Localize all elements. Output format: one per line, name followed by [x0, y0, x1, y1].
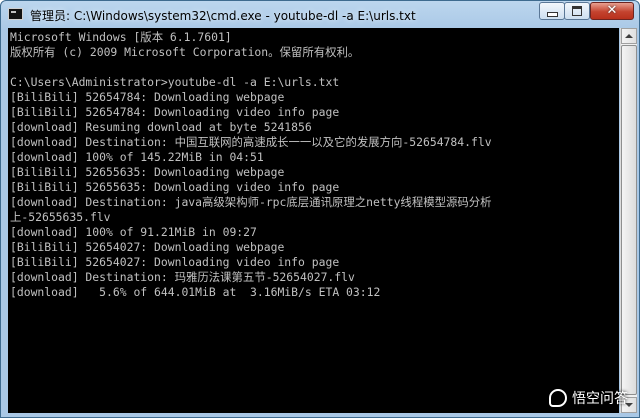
minimize-button[interactable]: [539, 2, 565, 20]
console-line: [BiliBili] 52655635: Downloading video i…: [10, 180, 340, 194]
speech-bubble-icon: [549, 389, 567, 407]
console-line: [BiliBili] 52654784: Downloading webpage: [10, 90, 285, 104]
console-line: [download] 5.6% of 644.01MiB at 3.16MiB/…: [10, 285, 381, 299]
scroll-up-button[interactable]: [621, 28, 637, 44]
console-line: Microsoft Windows [版本 6.1.7601]: [10, 30, 232, 44]
vertical-scrollbar[interactable]: [620, 28, 637, 413]
title-bar[interactable]: 管理员: C:\Windows\system32\cmd.exe - youtu…: [1, 1, 639, 29]
console-line: [download] 100% of 145.22MiB in 04:51: [10, 150, 264, 164]
close-icon: ✕: [606, 3, 618, 18]
console-line: 版权所有 (c) 2009 Microsoft Corporation。保留所有…: [10, 45, 360, 59]
cmd-icon[interactable]: [8, 8, 23, 20]
window-title: 管理员: C:\Windows\system32\cmd.exe - youtu…: [30, 9, 416, 23]
console-output[interactable]: Microsoft Windows [版本 6.1.7601] 版权所有 (c) …: [8, 28, 619, 413]
console-line: [BiliBili] 52654027: Downloading video i…: [10, 255, 340, 269]
console-line: C:\Users\Administrator>youtube-dl -a E:\…: [10, 75, 340, 89]
console-line: [BiliBili] 52655635: Downloading webpage: [10, 165, 285, 179]
watermark-text: 悟空问答: [572, 391, 628, 407]
console-line: [BiliBili] 52654027: Downloading webpage: [10, 240, 285, 254]
console-line: [download] Destination: 中国互联网的高速成长一一以及它的…: [10, 135, 492, 149]
cmd-window: 管理员: C:\Windows\system32\cmd.exe - youtu…: [0, 0, 640, 418]
watermark: 悟空问答: [549, 388, 628, 408]
arrow-up-icon: [625, 34, 633, 38]
maximize-icon: [572, 6, 582, 16]
maximize-button[interactable]: [564, 2, 590, 20]
console-line: [download] Destination: java高级架构师-rpc底层通…: [10, 195, 492, 209]
console-line: [BiliBili] 52654784: Downloading video i…: [10, 105, 340, 119]
console-line: [download] Resuming download at byte 524…: [10, 120, 312, 134]
minimize-icon: [546, 11, 558, 17]
console-lines: Microsoft Windows [版本 6.1.7601] 版权所有 (c) …: [10, 30, 492, 300]
console-line: [download] 100% of 91.21MiB in 09:27: [10, 225, 257, 239]
console-line: 上-52655635.flv: [10, 210, 111, 224]
scrollbar-thumb[interactable]: [621, 45, 637, 395]
close-button[interactable]: ✕: [590, 2, 634, 20]
console-line: [download] Destination: 玛雅历法课第五节-5265402…: [10, 270, 355, 284]
